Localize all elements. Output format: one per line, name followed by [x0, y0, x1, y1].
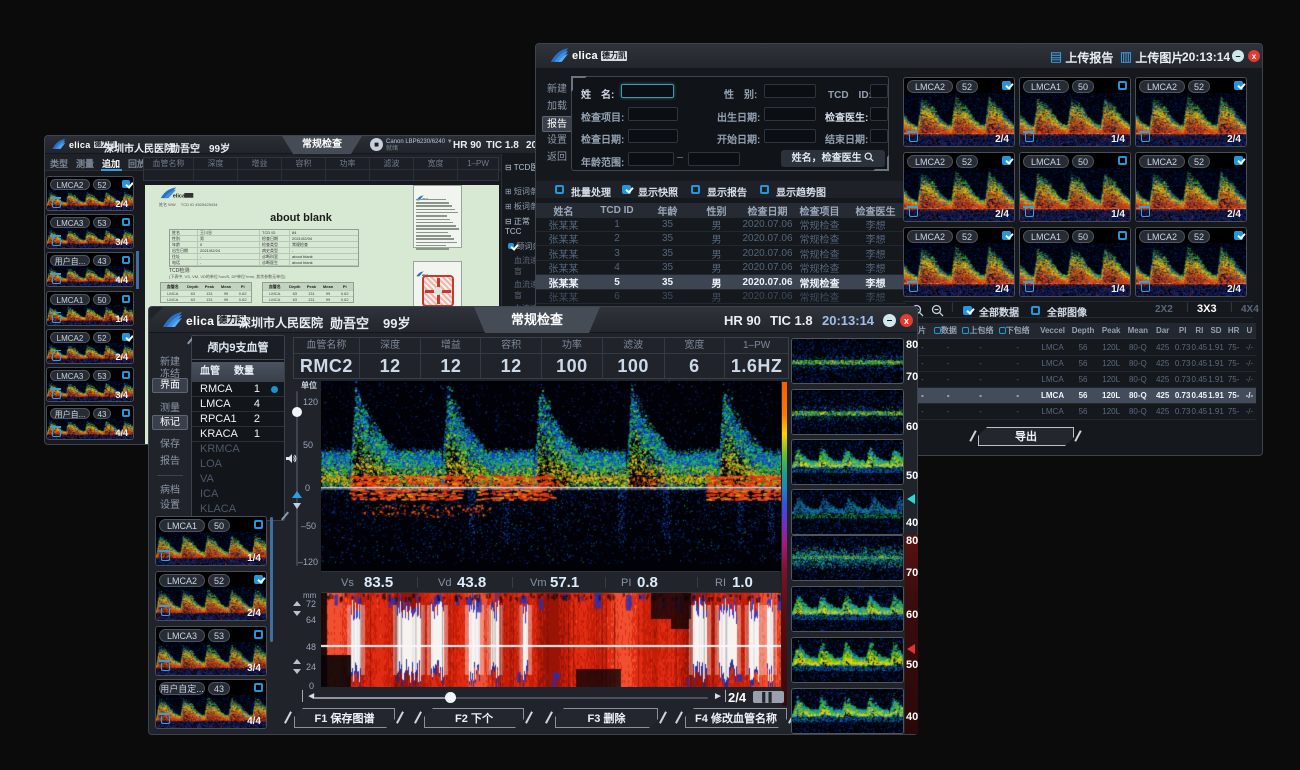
svg-text:elica: elica	[173, 193, 186, 199]
